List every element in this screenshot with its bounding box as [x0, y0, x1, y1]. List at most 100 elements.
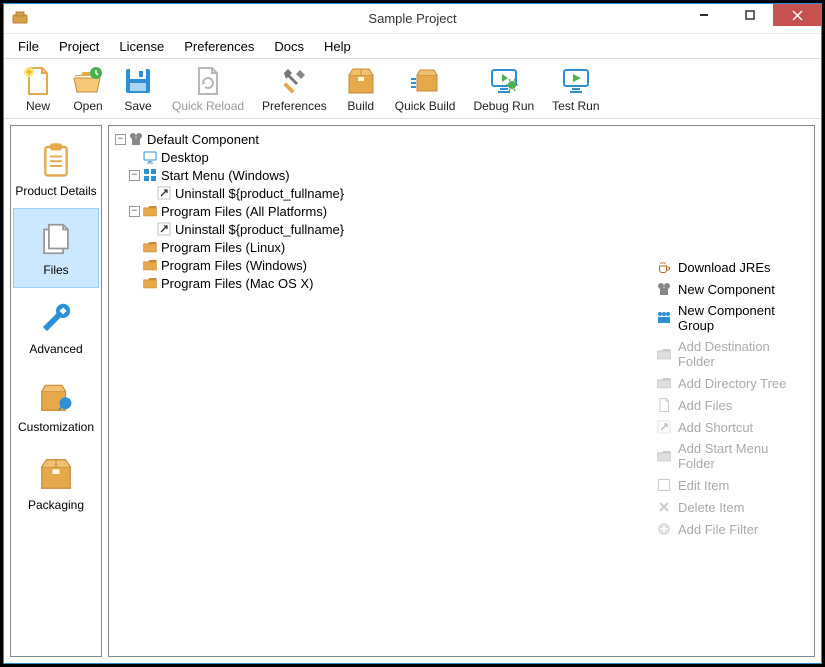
- action-label: Add Start Menu Folder: [678, 441, 808, 471]
- tree-label: Program Files (Windows): [161, 258, 307, 273]
- action-addfilefilter: Add File Filter: [650, 518, 814, 540]
- minimize-button[interactable]: [681, 4, 727, 26]
- folder-gray-icon: [656, 375, 672, 391]
- sidebar-item-customization[interactable]: Customization: [13, 366, 99, 444]
- tree-label: Uninstall ${product_fullname}: [175, 222, 344, 237]
- startmenu-icon: [142, 167, 158, 183]
- menubar: FileProjectLicensePreferencesDocsHelp: [4, 34, 821, 59]
- plus-gray-icon: [656, 521, 672, 537]
- doc-gray-icon: [656, 397, 672, 413]
- toolbar-label: New: [26, 99, 50, 113]
- menu-file[interactable]: File: [10, 37, 47, 56]
- action-downloadjres[interactable]: Download JREs: [650, 256, 814, 278]
- box-icon: [345, 65, 377, 97]
- quickreload-button: Quick Reload: [172, 65, 244, 113]
- action-label: Add Shortcut: [678, 420, 753, 435]
- folder-icon: [142, 275, 158, 291]
- action-newcomponent[interactable]: New Component: [650, 278, 814, 300]
- sidebar-item-packaging[interactable]: Packaging: [13, 444, 99, 522]
- tree-node[interactable]: − Default Component: [115, 130, 644, 148]
- coffee-icon: [656, 259, 672, 275]
- toolbar: New Open Save Quick Reload Preferences Build Q…: [4, 59, 821, 119]
- action-addstartmenufolder: Add Start Menu Folder: [650, 438, 814, 474]
- monitor-play-icon: [560, 65, 592, 97]
- shortcut-icon: [156, 221, 172, 237]
- action-label: Add Directory Tree: [678, 376, 786, 391]
- new-button[interactable]: New: [22, 65, 54, 113]
- action-newcomponentgroup[interactable]: New Component Group: [650, 300, 814, 336]
- tree-node[interactable]: Program Files (Windows): [115, 256, 644, 274]
- save-button[interactable]: Save: [122, 65, 154, 113]
- tree-node[interactable]: −Program Files (All Platforms): [115, 202, 644, 220]
- sidebar-item-productdetails[interactable]: Product Details: [13, 130, 99, 208]
- action-addshortcut: Add Shortcut: [650, 416, 814, 438]
- open-button[interactable]: Open: [72, 65, 104, 113]
- menu-docs[interactable]: Docs: [266, 37, 312, 56]
- toolbar-label: Build: [347, 99, 374, 113]
- quickbuild-button[interactable]: Quick Build: [395, 65, 456, 113]
- toolbar-label: Quick Build: [395, 99, 456, 113]
- tree-label: Default Component: [147, 132, 259, 147]
- file-tree[interactable]: − Default Component Desktop − Start Menu (Wi…: [109, 126, 650, 656]
- tree-node[interactable]: Desktop: [115, 148, 644, 166]
- menu-project[interactable]: Project: [51, 37, 107, 56]
- testrun-button[interactable]: Test Run: [552, 65, 599, 113]
- tree-node[interactable]: − Start Menu (Windows): [115, 166, 644, 184]
- sidebar-item-label: Advanced: [29, 342, 82, 356]
- action-label: New Component Group: [678, 303, 808, 333]
- clipboard-icon: [36, 140, 76, 180]
- toolbar-label: Debug Run: [473, 99, 534, 113]
- folder-icon: [142, 257, 158, 273]
- wrench-cross-icon: [278, 65, 310, 97]
- tree-expander-icon[interactable]: −: [115, 134, 126, 145]
- tree-label: Program Files (Linux): [161, 240, 285, 255]
- toolbar-label: Preferences: [262, 99, 327, 113]
- action-label: Edit Item: [678, 478, 729, 493]
- build-button[interactable]: Build: [345, 65, 377, 113]
- main-panel: − Default Component Desktop − Start Menu (Wi…: [108, 125, 815, 657]
- box-wrench-icon: [36, 376, 76, 416]
- tree-label: Start Menu (Windows): [161, 168, 290, 183]
- action-edititem: Edit Item: [650, 474, 814, 496]
- tree-node[interactable]: Program Files (Linux): [115, 238, 644, 256]
- edit-gray-icon: [656, 477, 672, 493]
- menu-license[interactable]: License: [111, 37, 172, 56]
- action-label: New Component: [678, 282, 775, 297]
- action-label: Download JREs: [678, 260, 771, 275]
- desktop-icon: [142, 149, 158, 165]
- box-icon: [36, 454, 76, 494]
- folder-icon: [142, 203, 158, 219]
- sidebar: Product DetailsFiles Advanced Customizatio…: [10, 125, 102, 657]
- action-adddestfolder: Add Destination Folder: [650, 336, 814, 372]
- close-button[interactable]: [773, 4, 821, 26]
- maximize-button[interactable]: [727, 4, 773, 26]
- sidebar-item-files[interactable]: Files: [13, 208, 99, 288]
- delete-gray-icon: [656, 499, 672, 515]
- action-label: Add File Filter: [678, 522, 758, 537]
- files-icon: [36, 219, 76, 259]
- app-icon: [12, 11, 28, 27]
- toolbar-label: Open: [73, 99, 102, 113]
- folder-open-icon: [72, 65, 104, 97]
- tree-node[interactable]: Uninstall ${product_fullname}: [115, 220, 644, 238]
- tree-expander-icon[interactable]: −: [129, 170, 140, 181]
- toolbar-label: Save: [124, 99, 151, 113]
- shortcut-gray-icon: [656, 419, 672, 435]
- tree-label: Program Files (Mac OS X): [161, 276, 313, 291]
- disk-icon: [122, 65, 154, 97]
- component-group-icon: [656, 310, 672, 326]
- tree-node[interactable]: Program Files (Mac OS X): [115, 274, 644, 292]
- menu-help[interactable]: Help: [316, 37, 359, 56]
- folder-gray-icon: [656, 346, 672, 362]
- debugrun-button[interactable]: Debug Run: [473, 65, 534, 113]
- tree-label: Desktop: [161, 150, 209, 165]
- menu-preferences[interactable]: Preferences: [176, 37, 262, 56]
- content-area: Product DetailsFiles Advanced Customizatio…: [4, 119, 821, 663]
- tree-node[interactable]: Uninstall ${product_fullname}: [115, 184, 644, 202]
- tree-expander-icon[interactable]: −: [129, 206, 140, 217]
- folder-gray-icon: [656, 448, 672, 464]
- preferences-button[interactable]: Preferences: [262, 65, 327, 113]
- sidebar-item-advanced[interactable]: Advanced: [13, 288, 99, 366]
- doc-new-icon: [22, 65, 54, 97]
- window-controls: [681, 4, 821, 33]
